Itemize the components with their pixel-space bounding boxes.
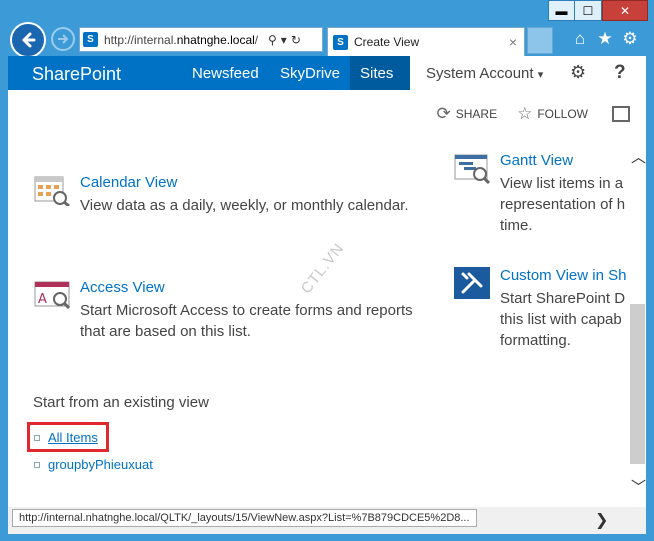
gantt-view-link[interactable]: Gantt View	[500, 152, 573, 169]
calendar-view-link[interactable]: Calendar View	[80, 174, 177, 191]
suite-link-skydrive[interactable]: SkyDrive	[280, 65, 340, 82]
access-desc-line-1: Start Microsoft Access to create forms a…	[80, 302, 413, 319]
gantt-desc-line-1: View list items in a	[500, 175, 624, 192]
back-arrow-icon	[22, 32, 36, 48]
suite-bar: SharePoint Newsfeed SkyDrive Sites	[8, 56, 410, 90]
custom-desc-line-3: formatting.	[500, 332, 571, 349]
back-button[interactable]	[10, 22, 46, 58]
custom-view-link[interactable]: Custom View in Sh	[500, 267, 626, 284]
sharepoint-favicon-icon: S	[83, 32, 98, 47]
scroll-up-icon[interactable]: ︿	[631, 146, 646, 167]
svg-text:A: A	[38, 292, 47, 307]
tab-create-view[interactable]: S Create View ×	[327, 27, 525, 56]
access-desc-line-2: that are based on this list.	[80, 323, 251, 340]
existing-view-label[interactable]: groupbyPhieuxuat	[48, 457, 153, 472]
tab-favicon-icon: S	[333, 34, 348, 50]
share-action[interactable]: ⟳ SHARE	[436, 104, 497, 124]
status-bar: http://internal.nhatnghe.local/QLTK/_lay…	[8, 507, 646, 534]
close-window-button[interactable]: ✕	[602, 0, 648, 21]
calendar-icon	[34, 176, 70, 206]
suite-link-newsfeed[interactable]: Newsfeed	[192, 65, 259, 82]
gantt-desc-line-2: representation of h	[500, 196, 626, 213]
chevron-down-icon: ▾	[537, 69, 544, 81]
minimize-button[interactable]: ▬	[548, 0, 575, 21]
sharepoint-brand[interactable]: SharePoint	[32, 64, 121, 85]
existing-view-label[interactable]: All Items	[48, 430, 98, 445]
scroll-right-icon[interactable]: ❯	[595, 510, 608, 530]
access-view-desc: Start Microsoft Access to create forms a…	[80, 300, 413, 342]
access-icon: A	[34, 281, 70, 310]
designer-tools-icon	[454, 267, 490, 299]
status-url: http://internal.nhatnghe.local/QLTK/_lay…	[12, 509, 477, 527]
follow-label: FOLLOW	[537, 107, 588, 121]
address-bar[interactable]: S http://internal.nhatnghe.local/ ⚲ ▾ ↻	[79, 27, 323, 52]
search-icon[interactable]: ⚲	[268, 33, 277, 47]
suite-link-sites[interactable]: Sites	[360, 65, 393, 82]
suite-bar-right: System Account ▾ ⚙ ?	[410, 56, 646, 90]
page-content: ⟳ SHARE ☆ FOLLOW Calendar View View data…	[8, 90, 646, 507]
account-menu[interactable]: System Account ▾	[426, 65, 543, 82]
calendar-view-option: Calendar View View data as a daily, week…	[34, 174, 434, 224]
bullet-icon	[34, 434, 40, 441]
gantt-desc-line-3: time.	[500, 217, 533, 234]
follow-action[interactable]: ☆ FOLLOW	[517, 104, 588, 124]
vertical-scrollbar[interactable]: ︿ ﹀	[629, 146, 646, 496]
custom-desc-line-2: this list with capab	[500, 311, 622, 328]
star-icon: ☆	[517, 104, 533, 123]
gantt-chart-icon	[454, 154, 490, 184]
share-label: SHARE	[455, 107, 498, 121]
custom-view-desc: Start SharePoint D this list with capab …	[500, 288, 625, 351]
access-view-link[interactable]: Access View	[80, 279, 165, 296]
favorites-star-icon[interactable]: ★	[595, 29, 615, 49]
refresh-icon[interactable]: ↻	[291, 33, 301, 47]
help-icon[interactable]: ?	[614, 62, 626, 84]
scroll-thumb[interactable]	[630, 304, 645, 464]
account-name: System Account	[426, 65, 534, 82]
custom-view-option: Custom View in Sh Start SharePoint D thi…	[454, 267, 644, 349]
forward-button[interactable]	[51, 27, 75, 51]
existing-view-groupby[interactable]: groupbyPhieuxuat	[34, 457, 153, 472]
browser-titlebar: ▬ ☐ ✕ S http://internal.nhatnghe.local/ …	[0, 0, 654, 58]
maximize-button[interactable]: ☐	[575, 0, 602, 21]
tools-gear-icon[interactable]: ⚙	[620, 29, 640, 49]
gantt-view-desc: View list items in a representation of h…	[500, 173, 625, 236]
custom-desc-line-1: Start SharePoint D	[500, 290, 626, 307]
bullet-icon	[34, 461, 40, 468]
window-bottom-edge	[0, 534, 654, 541]
share-icon: ⟳	[436, 104, 451, 123]
existing-view-all-items[interactable]: All Items	[34, 430, 98, 445]
dropdown-icon[interactable]: ▾	[281, 33, 287, 47]
page-actions: ⟳ SHARE ☆ FOLLOW	[422, 104, 630, 124]
new-tab-button[interactable]	[527, 27, 553, 54]
existing-view-heading: Start from an existing view	[33, 394, 209, 411]
access-view-option: A Access View Start Microsoft Access to …	[34, 279, 454, 342]
home-icon[interactable]: ⌂	[570, 29, 590, 49]
forward-arrow-icon	[58, 34, 69, 44]
tab-title: Create View	[354, 35, 420, 49]
url-text[interactable]: http://internal.nhatnghe.local/	[104, 33, 264, 47]
tab-close-icon[interactable]: ×	[509, 34, 517, 50]
focus-on-content-icon[interactable]	[612, 106, 630, 122]
scroll-down-icon[interactable]: ﹀	[631, 476, 646, 497]
settings-gear-icon[interactable]: ⚙	[570, 62, 586, 83]
calendar-view-desc: View data as a daily, weekly, or monthly…	[80, 197, 409, 214]
gantt-view-option: Gantt View View list items in a represen…	[454, 152, 644, 234]
